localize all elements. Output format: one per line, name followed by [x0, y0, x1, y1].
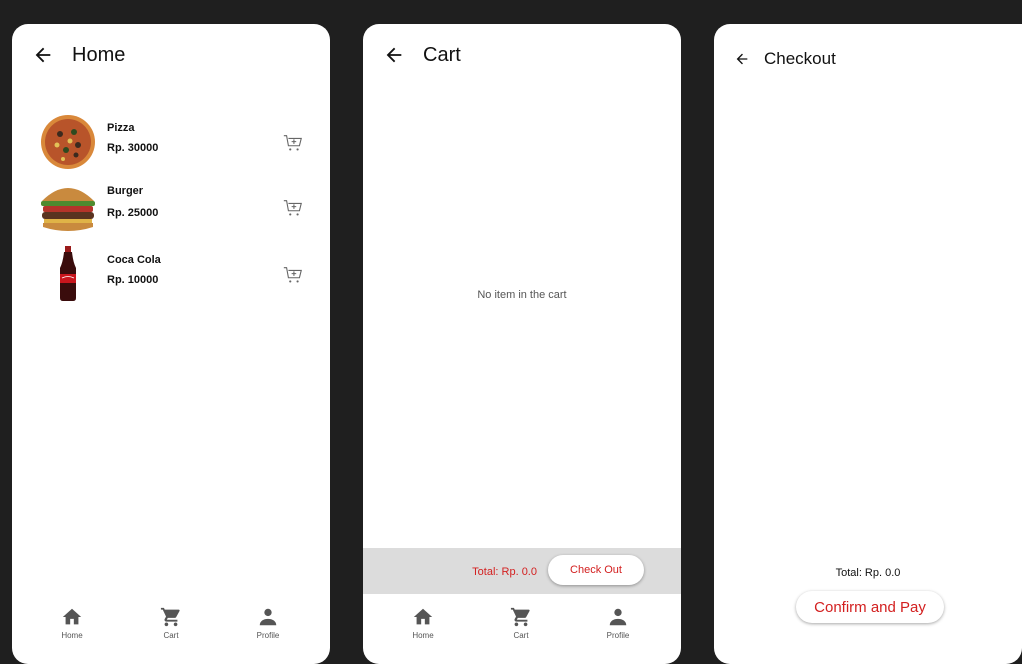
- list-item-pizza: Pizza Rp. 30000: [12, 112, 330, 172]
- nav-profile[interactable]: Profile: [233, 606, 303, 640]
- arrow-back-icon[interactable]: [32, 44, 54, 66]
- cart-total: Total: Rp. 0.0: [472, 566, 537, 578]
- list-item-coca-cola: Coca Cola Rp. 10000: [12, 244, 330, 304]
- home-app-bar: Home: [12, 24, 330, 88]
- check-out-button[interactable]: Check Out: [548, 555, 644, 585]
- add-to-cart-icon[interactable]: [282, 132, 304, 154]
- add-to-cart-icon[interactable]: [282, 197, 304, 219]
- item-price: Rp. 30000: [107, 142, 159, 154]
- item-name: Coca Cola: [107, 254, 161, 266]
- cart-icon: [160, 607, 180, 627]
- nav-label: Cart: [163, 631, 179, 640]
- nav-home[interactable]: Home: [388, 606, 458, 640]
- home-icon: [413, 608, 433, 625]
- item-name: Pizza: [107, 122, 135, 134]
- item-price: Rp. 10000: [107, 274, 159, 286]
- cart-summary-bar: Total: Rp. 0.0 Check Out: [363, 548, 681, 594]
- nav-label: Home: [412, 631, 434, 640]
- nav-home[interactable]: Home: [37, 606, 107, 640]
- arrow-back-icon[interactable]: [383, 44, 405, 66]
- bottom-navigation: Home Cart Profile: [12, 594, 330, 664]
- home-screen: Home Pizza Rp. 30000 Burger Rp. 25000 Co…: [12, 24, 330, 664]
- nav-label: Profile: [606, 631, 630, 640]
- arrow-back-icon[interactable]: [734, 51, 750, 67]
- checkout-screen: Checkout Total: Rp. 0.0 Confirm and Pay: [714, 24, 1022, 664]
- cart-screen: Cart No item in the cart Total: Rp. 0.0 …: [363, 24, 681, 664]
- page-title: Cart: [423, 44, 461, 66]
- profile-icon: [259, 608, 277, 626]
- home-icon: [62, 608, 82, 625]
- checkout-app-bar: Checkout: [714, 24, 1022, 88]
- page-title: Checkout: [764, 49, 836, 68]
- add-to-cart-icon[interactable]: [282, 264, 304, 286]
- pizza-image: [41, 115, 95, 169]
- page-title: Home: [72, 44, 126, 66]
- item-name: Burger: [107, 185, 144, 197]
- cart-app-bar: Cart: [363, 24, 681, 88]
- confirm-and-pay-button[interactable]: Confirm and Pay: [796, 591, 944, 623]
- nav-profile[interactable]: Profile: [583, 606, 653, 640]
- empty-cart-message: No item in the cart: [477, 289, 567, 301]
- nav-label: Home: [61, 631, 83, 640]
- cart-icon: [510, 607, 530, 627]
- burger-image: [41, 188, 95, 231]
- nav-label: Cart: [513, 631, 529, 640]
- nav-cart[interactable]: Cart: [136, 606, 206, 640]
- nav-label: Profile: [256, 631, 280, 640]
- profile-icon: [609, 608, 627, 626]
- bottom-navigation: Home Cart Profile: [363, 594, 681, 664]
- cola-bottle-image: [60, 246, 76, 301]
- list-item-burger: Burger Rp. 25000: [12, 177, 330, 237]
- item-price: Rp. 25000: [107, 207, 159, 219]
- checkout-total: Total: Rp. 0.0: [835, 567, 901, 579]
- nav-cart[interactable]: Cart: [486, 606, 556, 640]
